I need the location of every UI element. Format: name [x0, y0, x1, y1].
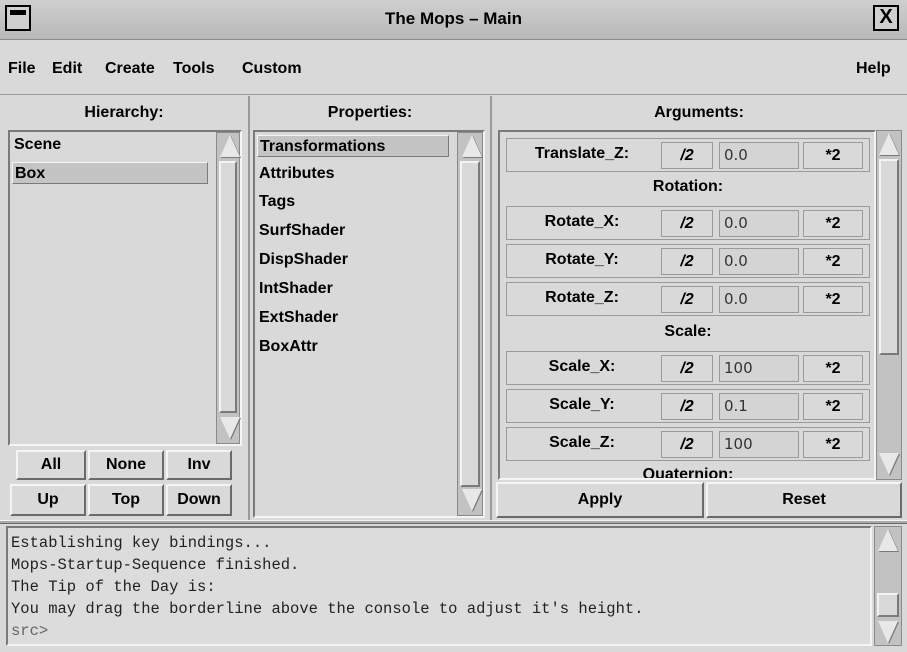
- arrow-down-icon[interactable]: [220, 417, 240, 439]
- menu-bar: File Edit Create Tools Custom Help: [0, 41, 907, 95]
- up-button[interactable]: Up: [10, 484, 86, 516]
- menu-tools[interactable]: Tools: [173, 60, 214, 78]
- halve-button[interactable]: /2: [661, 355, 713, 382]
- menu-create[interactable]: Create: [105, 60, 155, 78]
- halve-button[interactable]: /2: [661, 393, 713, 420]
- section-rotation: Rotation:: [652, 178, 724, 195]
- halve-button[interactable]: /2: [661, 248, 713, 275]
- double-button[interactable]: *2: [803, 393, 863, 420]
- list-item[interactable]: SurfShader: [257, 220, 345, 242]
- list-item[interactable]: ExtShader: [257, 307, 338, 329]
- properties-scrollbar[interactable]: [457, 132, 483, 516]
- console-line: You may drag the borderline above the co…: [11, 600, 644, 618]
- arrow-up-icon[interactable]: [878, 529, 898, 551]
- arg-row-scale-z: Scale_Z: /2 100 *2: [506, 427, 870, 461]
- double-button[interactable]: *2: [803, 286, 863, 313]
- list-item[interactable]: IntShader: [257, 278, 333, 300]
- arguments-header: Arguments:: [654, 104, 744, 121]
- properties-list[interactable]: Transformations Attributes Tags SurfShad…: [253, 130, 485, 518]
- arguments-scrollbar[interactable]: [876, 130, 902, 480]
- rotate-y-field[interactable]: 0.0: [719, 248, 799, 275]
- arrow-up-icon[interactable]: [879, 133, 899, 155]
- hierarchy-scrollbar[interactable]: [216, 132, 240, 444]
- section-quaternion-clip: Quaternion:: [506, 466, 870, 478]
- scale-x-field[interactable]: 100: [719, 355, 799, 382]
- console-output[interactable]: Establishing key bindings... Mops-Startu…: [6, 526, 872, 646]
- scroll-thumb[interactable]: [219, 161, 237, 413]
- scroll-thumb[interactable]: [460, 161, 480, 487]
- hierarchy-list[interactable]: Scene Box: [8, 130, 242, 446]
- menu-edit[interactable]: Edit: [52, 60, 82, 78]
- arrow-down-icon[interactable]: [878, 621, 898, 643]
- list-item[interactable]: DispShader: [257, 249, 348, 271]
- rotate-z-field[interactable]: 0.0: [719, 286, 799, 313]
- menu-custom[interactable]: Custom: [242, 60, 302, 78]
- list-item[interactable]: Box: [12, 162, 208, 184]
- arg-label: Rotate_Y:: [545, 251, 619, 268]
- arg-label: Translate_Z:: [534, 145, 630, 162]
- menu-file[interactable]: File: [8, 60, 36, 78]
- apply-button[interactable]: Apply: [496, 482, 704, 518]
- arg-row-translate-z: Translate_Z: /2 0.0 *2: [506, 138, 870, 172]
- mops-main-window: The Mops – Main X File Edit Create Tools…: [0, 0, 907, 652]
- double-button[interactable]: *2: [803, 248, 863, 275]
- console-prompt[interactable]: src>: [11, 622, 48, 640]
- double-button[interactable]: *2: [803, 355, 863, 382]
- scale-y-field[interactable]: 0.1: [719, 393, 799, 420]
- double-button[interactable]: *2: [803, 431, 863, 458]
- arrow-down-icon[interactable]: [879, 453, 899, 475]
- down-button[interactable]: Down: [166, 484, 232, 516]
- console-scrollbar[interactable]: [874, 526, 902, 646]
- divider: [490, 96, 492, 520]
- top-button[interactable]: Top: [88, 484, 164, 516]
- scroll-thumb[interactable]: [879, 159, 899, 355]
- list-item[interactable]: Tags: [257, 191, 295, 213]
- arg-label: Scale_Z:: [549, 434, 615, 451]
- halve-button[interactable]: /2: [661, 286, 713, 313]
- arg-row-scale-y: Scale_Y: /2 0.1 *2: [506, 389, 870, 423]
- properties-header: Properties:: [327, 104, 413, 121]
- translate-z-field[interactable]: 0.0: [719, 142, 799, 169]
- arg-row-rotate-z: Rotate_Z: /2 0.0 *2: [506, 282, 870, 316]
- arrow-up-icon[interactable]: [220, 135, 240, 157]
- arg-label: Scale_Y:: [549, 396, 615, 413]
- inv-button[interactable]: Inv: [166, 450, 232, 480]
- console-line: The Tip of the Day is:: [11, 578, 216, 596]
- arg-row-scale-x: Scale_X: /2 100 *2: [506, 351, 870, 385]
- rotate-x-field[interactable]: 0.0: [719, 210, 799, 237]
- scroll-thumb[interactable]: [877, 593, 899, 617]
- double-button[interactable]: *2: [803, 210, 863, 237]
- halve-button[interactable]: /2: [661, 142, 713, 169]
- arg-label: Scale_X:: [548, 358, 616, 375]
- arg-label: Rotate_X:: [544, 213, 620, 230]
- halve-button[interactable]: /2: [661, 431, 713, 458]
- halve-button[interactable]: /2: [661, 210, 713, 237]
- console-line: Mops-Startup-Sequence finished.: [11, 556, 300, 574]
- console-splitter[interactable]: [0, 520, 907, 524]
- arrow-up-icon[interactable]: [462, 135, 482, 157]
- arg-row-rotate-y: Rotate_Y: /2 0.0 *2: [506, 244, 870, 278]
- list-item[interactable]: Transformations: [257, 135, 449, 157]
- none-button[interactable]: None: [88, 450, 164, 480]
- list-item[interactable]: Attributes: [257, 163, 335, 185]
- console-line: Establishing key bindings...: [11, 534, 272, 552]
- arrow-down-icon[interactable]: [462, 489, 482, 511]
- window-title: The Mops – Main: [385, 9, 522, 28]
- all-button[interactable]: All: [16, 450, 86, 480]
- reset-button[interactable]: Reset: [706, 482, 902, 518]
- section-quaternion: Quaternion:: [642, 466, 734, 478]
- menu-help[interactable]: Help: [856, 60, 891, 78]
- close-icon[interactable]: X: [873, 5, 899, 31]
- divider: [248, 96, 250, 520]
- title-bar[interactable]: The Mops – Main X: [0, 0, 907, 40]
- section-scale: Scale:: [664, 323, 712, 340]
- list-item[interactable]: BoxAttr: [257, 336, 318, 358]
- arg-row-rotate-x: Rotate_X: /2 0.0 *2: [506, 206, 870, 240]
- double-button[interactable]: *2: [803, 142, 863, 169]
- arg-label: Rotate_Z:: [545, 289, 619, 306]
- scale-z-field[interactable]: 100: [719, 431, 799, 458]
- list-item[interactable]: Scene: [12, 134, 208, 156]
- hierarchy-header: Hierarchy:: [84, 104, 164, 121]
